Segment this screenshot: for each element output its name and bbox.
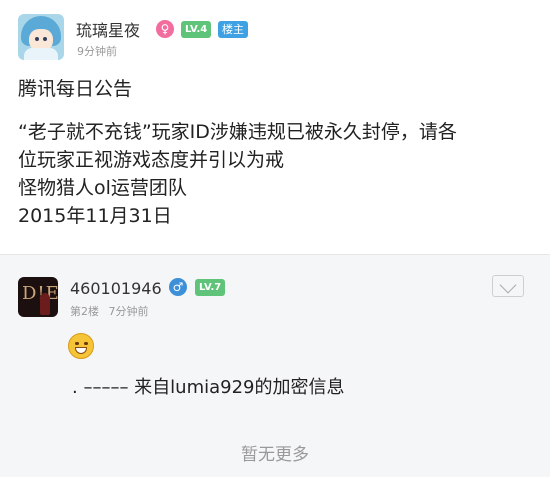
no-more-label: 暂无更多 xyxy=(241,445,309,465)
post-body-line: 怪物猎人ol运营团队 xyxy=(18,177,187,199)
author-avatar[interactable] xyxy=(18,14,64,60)
reply-floor: 第2楼 xyxy=(70,305,99,318)
level-badge: LV.4 xyxy=(181,21,212,38)
post-body-line: “老子就不充钱”玩家ID涉嫌违规已被永久封停，请各 xyxy=(18,121,457,143)
smiley-icon xyxy=(68,333,94,359)
reply-avatar-figure xyxy=(40,293,50,315)
smiley-mouth xyxy=(75,347,87,354)
author-name[interactable]: 琉璃星夜 xyxy=(76,17,140,41)
smiley-eye xyxy=(75,342,79,345)
main-post: 琉璃星夜 ♀ LV.4 楼主 9分钟前 腾讯每日公告 “老子就不充钱”玩家ID涉… xyxy=(0,0,550,255)
reply-avatar[interactable]: D!E xyxy=(18,277,58,317)
reply-author-name[interactable]: 460101946 xyxy=(70,279,162,298)
post-body-line: 位玩家正视游戏态度并引以为戒 xyxy=(18,149,285,171)
reply-item: D!E 460101946 ♂ LV.7 第2楼 7分钟前 . ––––– 来自… xyxy=(0,255,550,477)
more-options-button[interactable] xyxy=(492,275,524,297)
male-icon: ♂ xyxy=(169,278,187,296)
post-time: 9分钟前 xyxy=(77,45,117,58)
smiley-eye xyxy=(84,342,88,345)
chevron-down-icon xyxy=(499,276,517,294)
post-title: 腾讯每日公告 xyxy=(18,78,133,100)
post-body-line: 2015年11月31日 xyxy=(18,205,172,227)
post-body: “老子就不充钱”玩家ID涉嫌违规已被永久封停，请各 位玩家正视游戏态度并引以为戒… xyxy=(18,118,538,230)
reply-text: . ––––– 来自lumia929的加密信息 xyxy=(72,377,345,398)
reply-level-badge: LV.7 xyxy=(195,279,226,296)
avatar-eye xyxy=(35,37,39,41)
reply-meta: 第2楼 7分钟前 xyxy=(70,303,149,319)
owner-badge: 楼主 xyxy=(218,21,248,38)
avatar-body xyxy=(24,48,58,60)
female-icon: ♀ xyxy=(156,20,174,38)
avatar-eye xyxy=(43,37,47,41)
reply-time: 7分钟前 xyxy=(108,305,149,318)
